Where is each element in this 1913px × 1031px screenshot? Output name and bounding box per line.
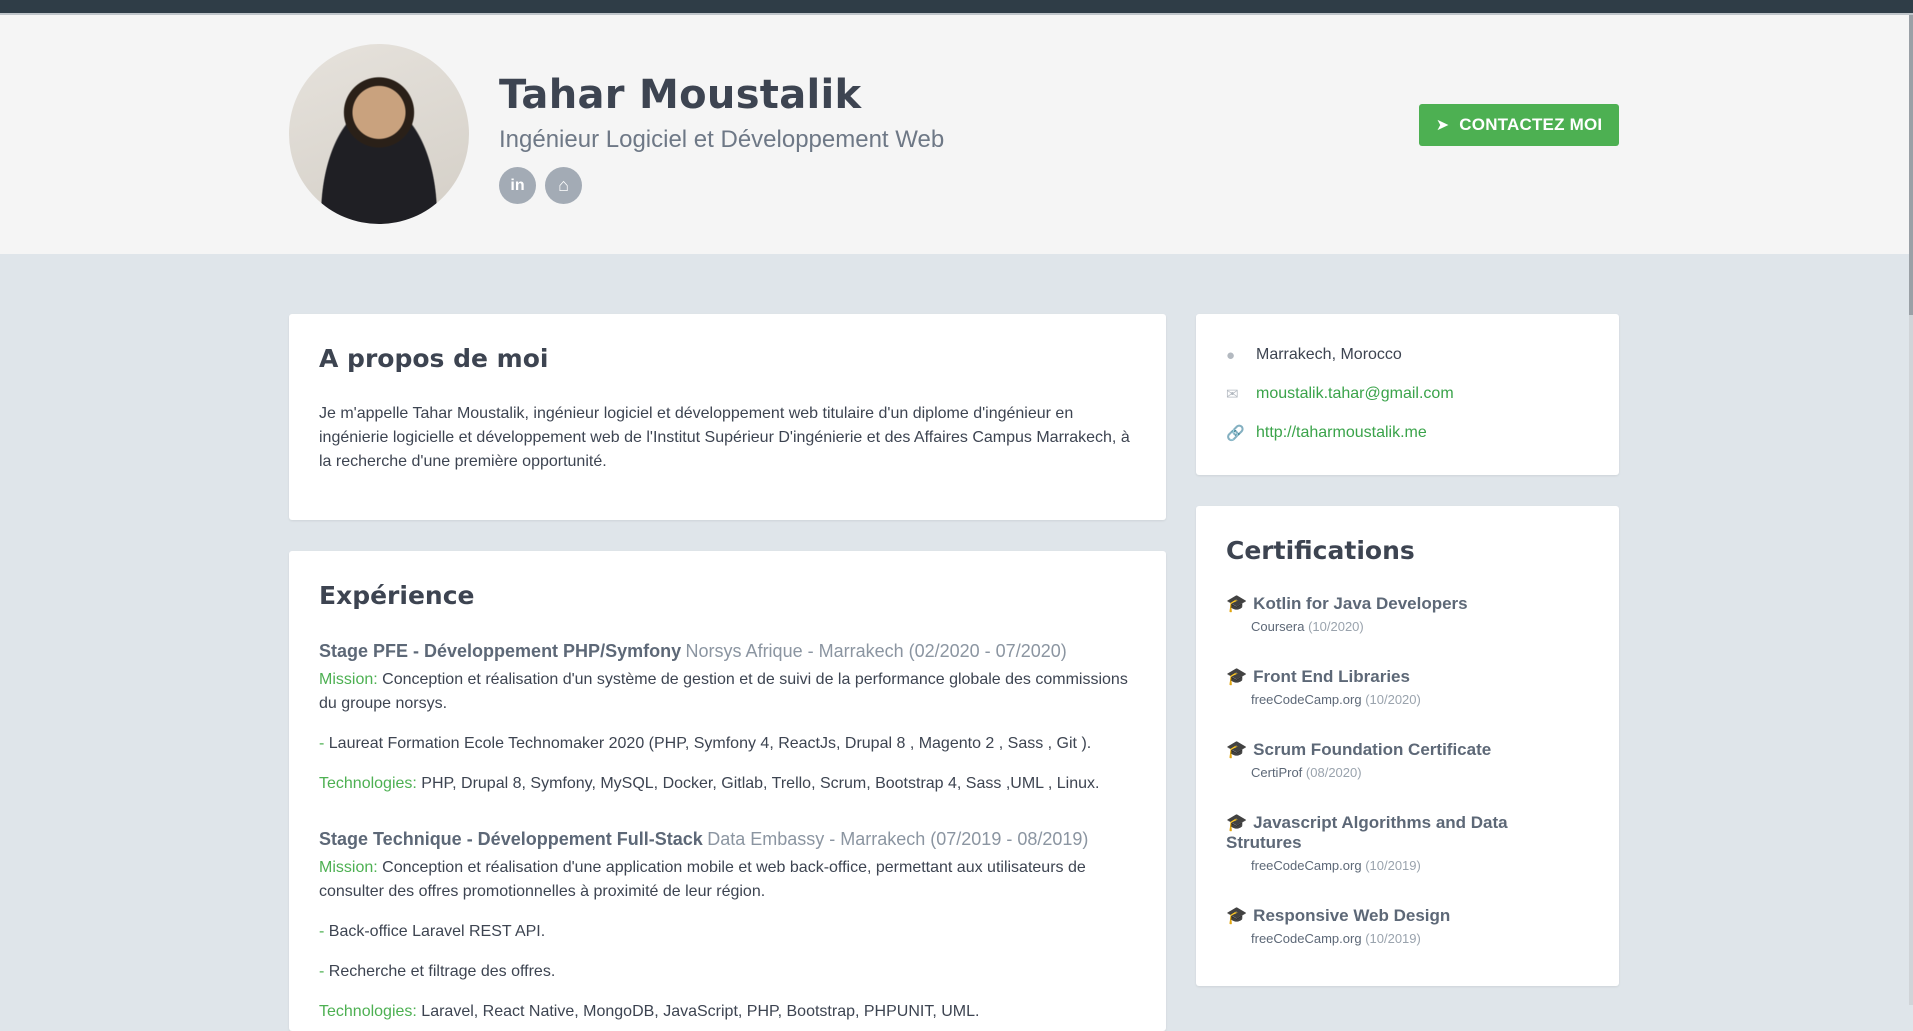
graduation-cap-icon: 🎓 [1226,813,1248,832]
certification-item: 🎓 Scrum Foundation Certificate CertiProf … [1226,740,1492,780]
job-tech: Technologies: Laravel, React Native, Mon… [319,1003,980,1020]
linkedin-icon[interactable]: in [499,167,536,204]
job-mission: Mission: Conception et réalisation d'une… [319,859,1086,900]
graduation-cap-icon: 🎓 [1226,594,1248,613]
job-tech: Technologies: PHP, Drupal 8, Symfony, My… [319,775,1100,792]
email-row: ✉ moustalik.tahar@gmail.com [1226,385,1454,403]
job-item: Stage PFE - Développement PHP/Symfony No… [319,641,1141,796]
contact-me-button[interactable]: ➤ CONTACTEZ MOI [1419,104,1619,146]
map-marker-icon: ● [1226,346,1236,364]
contact-me-label: CONTACTEZ MOI [1459,115,1603,134]
website-row: 🔗 http://taharmoustalik.me [1226,424,1427,442]
job-bullet: - Laureat Formation Ecole Technomaker 20… [319,735,1092,752]
certification-item: 🎓 Front End Libraries freeCodeCamp.org (1… [1226,667,1421,707]
graduation-cap-icon: 🎓 [1226,667,1248,686]
job-mission: Mission: Conception et réalisation d'un … [319,671,1128,712]
paper-plane-icon: ➤ [1435,117,1450,134]
profile-name: Tahar Moustalik [499,72,862,118]
job-bullet: - Recherche et filtrage des offres. [319,963,556,980]
github-icon[interactable]: ⌂ [545,167,582,204]
link-icon: 🔗 [1226,425,1245,442]
graduation-cap-icon: 🎓 [1226,906,1248,925]
profile-header [0,15,1913,254]
about-text: Je m'appelle Tahar Moustalik, ingénieur … [319,405,1130,470]
email-link[interactable]: moustalik.tahar@gmail.com [1256,385,1454,403]
about-title: A propos de moi [319,344,549,373]
avatar [289,44,469,224]
website-link[interactable]: http://taharmoustalik.me [1256,424,1427,442]
certification-item: 🎓 Kotlin for Java Developers Coursera (10… [1226,594,1468,634]
experience-title: Expérience [319,581,475,610]
experience-card: Expérience Stage PFE - Développement PHP… [289,551,1166,1031]
certification-item: 🎓 Javascript Algorithms and Data Struture… [1226,813,1508,873]
job-item: Stage Technique - Développement Full-Sta… [319,829,1141,1024]
job-bullet: - Back-office Laravel REST API. [319,923,546,940]
graduation-cap-icon: 🎓 [1226,740,1248,759]
location-text: Marrakech, Morocco [1256,346,1402,363]
contact-info-card: ● Marrakech, Morocco ✉ moustalik.tahar@g… [1196,314,1619,475]
browser-top-bar [0,0,1913,15]
job-title: Stage Technique - Développement Full-Sta… [319,829,703,849]
job-title: Stage PFE - Développement PHP/Symfony [319,641,682,661]
about-card: A propos de moi Je m'appelle Tahar Moust… [289,314,1166,520]
envelope-icon: ✉ [1226,386,1239,403]
scrollbar-thumb[interactable] [1909,15,1913,315]
job-org: Data Embassy - Marrakech (07/2019 - 08/2… [707,829,1089,849]
certifications-title: Certifications [1226,536,1415,565]
certifications-card: Certifications 🎓 Kotlin for Java Develope… [1196,506,1619,986]
profile-tagline: Ingénieur Logiciel et Développement Web [499,126,945,153]
location-row: ● Marrakech, Morocco [1226,346,1402,364]
certification-item: 🎓 Responsive Web Design freeCodeCamp.org … [1226,906,1451,946]
job-org: Norsys Afrique - Marrakech (02/2020 - 07… [685,641,1067,661]
